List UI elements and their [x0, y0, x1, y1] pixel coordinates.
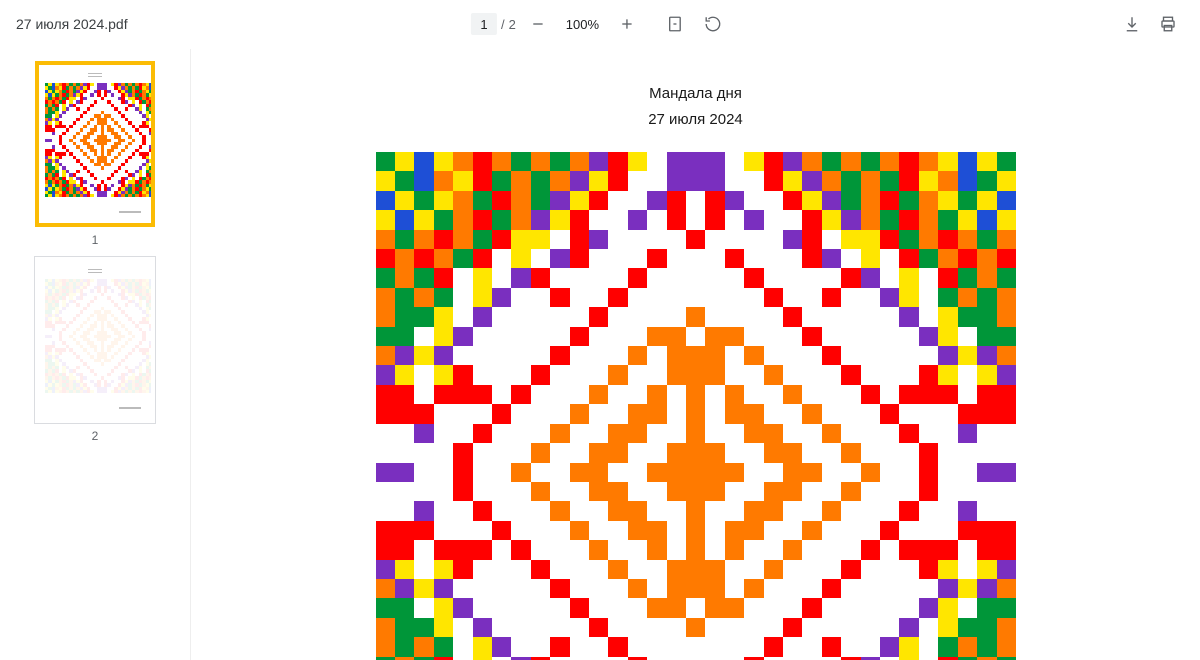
document-title: Мандала дня — [286, 81, 1106, 107]
file-name: 27 июля 2024.pdf — [16, 16, 128, 32]
thumbnail-2[interactable] — [35, 257, 155, 423]
thumb-wrap-1: 1 — [35, 61, 155, 247]
thumbnail-2-label: 2 — [92, 429, 99, 443]
toolbar: 27 июля 2024.pdf / 2 100% — [0, 0, 1200, 49]
rotate-icon — [704, 15, 722, 33]
download-button[interactable] — [1116, 8, 1148, 40]
thumbnail-sidebar: 1 2 — [0, 49, 190, 660]
zoom-percent: 100% — [560, 17, 605, 32]
right-tool-group — [1116, 8, 1184, 40]
content-area: 1 2 Мандала дня 27 июля 2024 — [0, 49, 1200, 660]
minus-icon — [530, 16, 546, 32]
page-separator: / — [501, 17, 505, 32]
total-pages: 2 — [509, 17, 516, 32]
print-icon — [1159, 15, 1177, 33]
fit-page-button[interactable] — [659, 8, 691, 40]
document-header: Мандала дня 27 июля 2024 — [286, 49, 1106, 152]
current-page-input[interactable] — [471, 13, 497, 35]
rotate-button[interactable] — [697, 8, 729, 40]
center-tool-group: / 2 100% — [471, 8, 729, 40]
pdf-page-1: Мандала дня 27 июля 2024 — [286, 49, 1106, 660]
thumb-wrap-2: 2 — [35, 257, 155, 443]
page-viewer[interactable]: Мандала дня 27 июля 2024 — [190, 49, 1200, 660]
thumbnail-1-label: 1 — [92, 233, 99, 247]
thumbnail-1[interactable] — [35, 61, 155, 227]
zoom-in-button[interactable] — [611, 8, 643, 40]
zoom-out-button[interactable] — [522, 8, 554, 40]
mandala-artwork — [376, 152, 1016, 660]
fit-page-icon — [666, 15, 684, 33]
document-date: 27 июля 2024 — [286, 107, 1106, 133]
page-indicator: / 2 — [471, 13, 516, 35]
plus-icon — [619, 16, 635, 32]
print-button[interactable] — [1152, 8, 1184, 40]
download-icon — [1123, 15, 1141, 33]
